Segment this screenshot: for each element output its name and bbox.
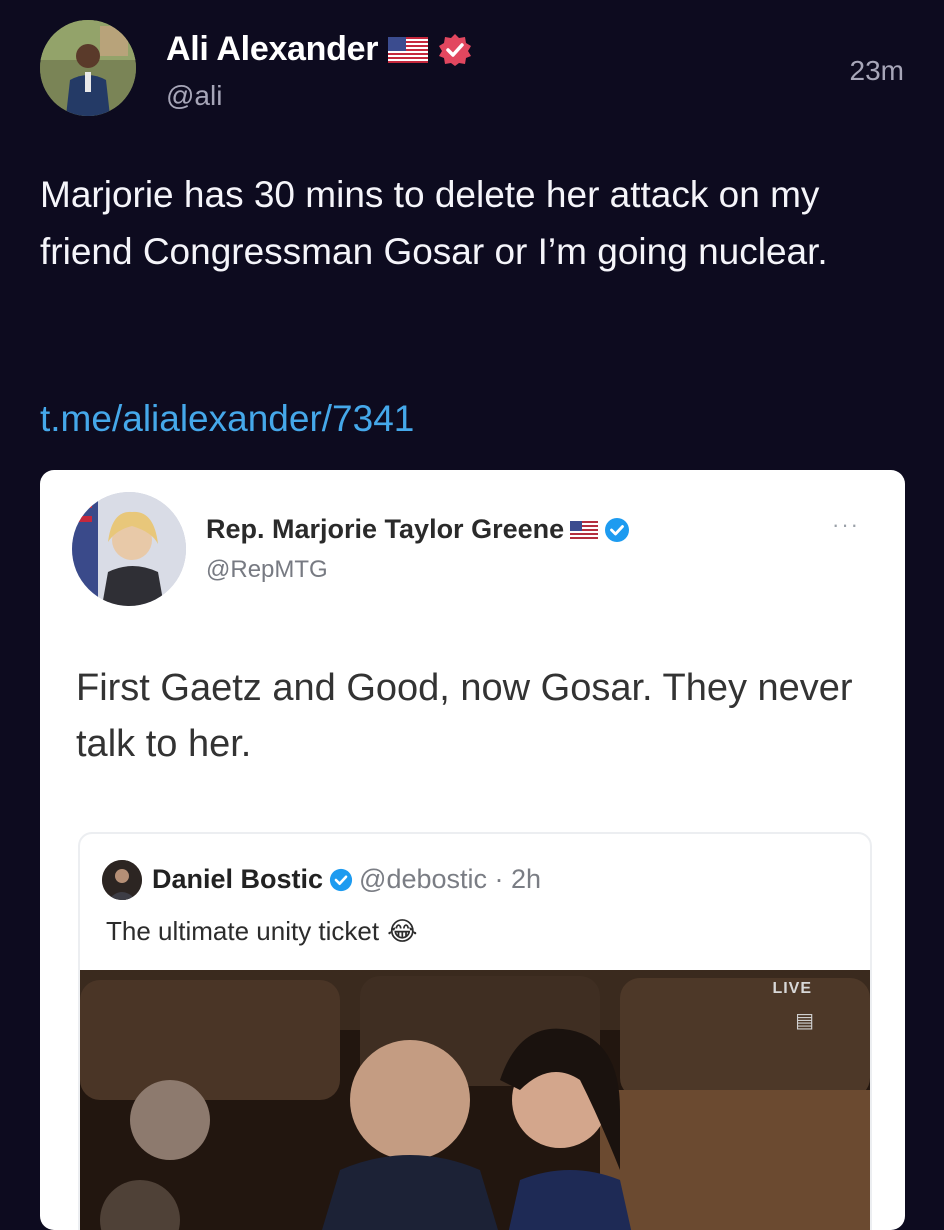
embedded-author-handle: @RepMTG	[206, 556, 328, 583]
embedded-author-avatar	[72, 492, 186, 606]
quoted-author-handle: @debostic · 2h	[359, 864, 542, 894]
embedded-name-row: Rep. Marjorie Taylor Greene	[206, 514, 630, 545]
quoted-tweet: Daniel Bostic @debostic · 2h The ultimat…	[78, 832, 872, 1230]
verified-badge-icon	[329, 868, 353, 892]
post-header: Ali Alexander @ali 23m	[0, 0, 944, 130]
post-body-text: Marjorie has 30 mins to delete her attac…	[40, 174, 828, 272]
author-name[interactable]: Ali Alexander	[166, 30, 378, 69]
quoted-author-name: Daniel Bostic	[152, 864, 324, 894]
post-timestamp: 23m	[849, 55, 904, 86]
verified-badge-icon	[438, 33, 472, 67]
verified-badge-icon	[604, 517, 630, 543]
quoted-text-row: The ultimate unity ticket 😂	[106, 916, 418, 947]
author-name-row: Ali Alexander	[166, 30, 472, 69]
more-options-icon: ···	[832, 512, 860, 537]
quoted-media-image: LIVE ▤	[80, 970, 870, 1230]
quoted-header: Daniel Bostic @debostic · 2h	[152, 864, 541, 895]
live-badge: LIVE	[772, 980, 812, 997]
embedded-author-name: Rep. Marjorie Taylor Greene	[206, 514, 565, 544]
network-logo-icon: ▤	[795, 1010, 814, 1032]
laughing-emoji-icon: 😂	[387, 916, 418, 946]
quoted-author-avatar	[102, 860, 142, 900]
us-flag-icon	[570, 520, 599, 539]
author-handle[interactable]: @ali	[166, 80, 222, 112]
author-avatar[interactable]	[40, 20, 136, 116]
post-link[interactable]: t.me/alialexander/7341	[40, 398, 414, 440]
embedded-screenshot[interactable]: Rep. Marjorie Taylor Greene @RepMTG ··· …	[40, 470, 905, 1230]
us-flag-icon	[388, 36, 429, 63]
embedded-tweet-text: First Gaetz and Good, now Gosar. They ne…	[76, 667, 853, 765]
quoted-tweet-text: The ultimate unity ticket	[106, 916, 380, 946]
